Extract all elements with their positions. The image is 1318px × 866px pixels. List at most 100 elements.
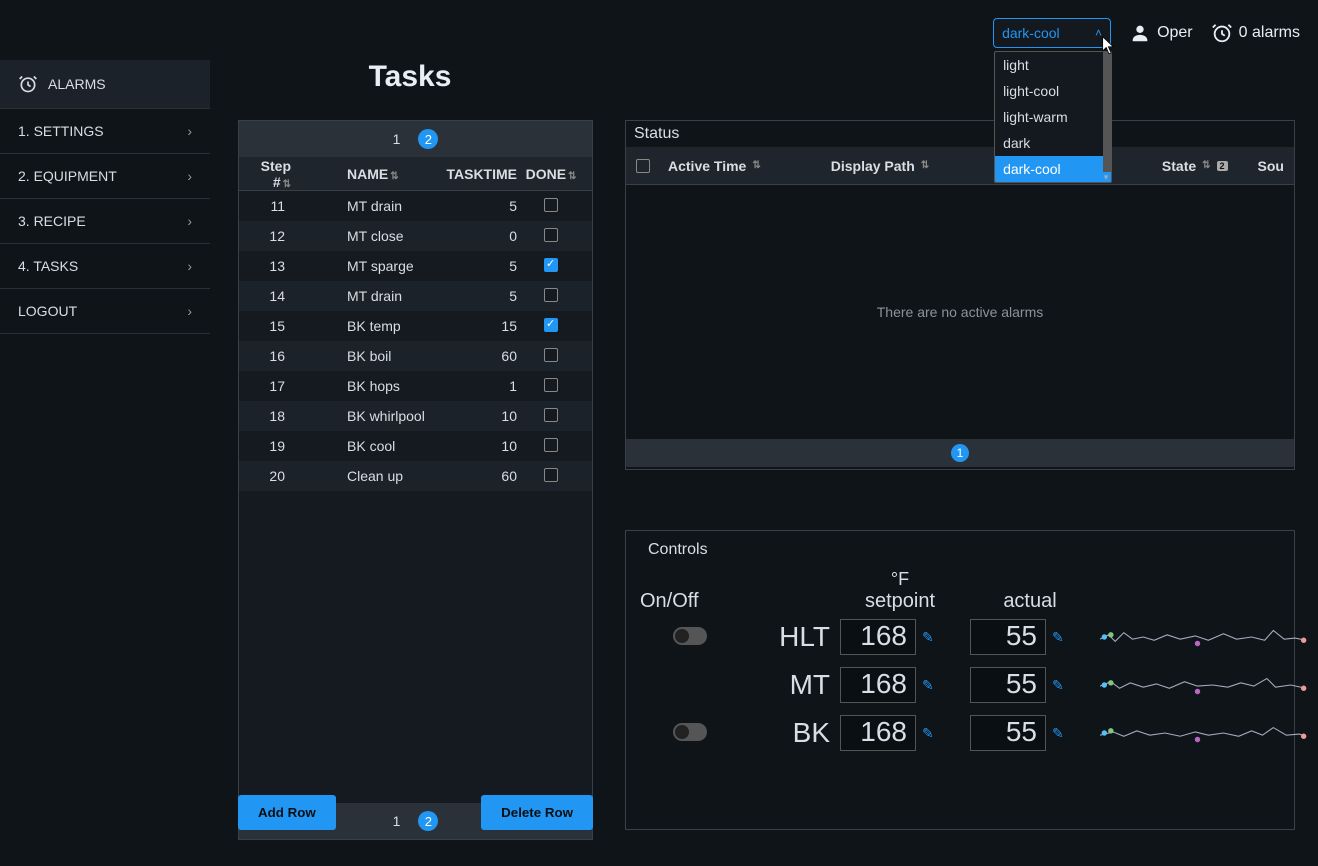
table-row[interactable]: 17BK hops1	[239, 371, 592, 401]
done-checkbox[interactable]	[544, 408, 558, 422]
done-checkbox[interactable]	[544, 348, 558, 362]
sidebar-item-4[interactable]: LOGOUT›	[0, 289, 210, 334]
cell-name: BK temp	[299, 318, 439, 334]
done-checkbox[interactable]	[544, 198, 558, 212]
state-filter-badge: 2	[1217, 161, 1228, 171]
cell-step: 18	[239, 408, 299, 424]
sidebar-item-1[interactable]: 2. EQUIPMENT›	[0, 154, 210, 199]
actual-value[interactable]: 55	[970, 619, 1046, 655]
page-1[interactable]: 1	[393, 131, 401, 147]
pencil-icon[interactable]: ✎	[1052, 725, 1064, 742]
sidebar-header-alarms[interactable]: ALARMS	[0, 60, 210, 109]
pencil-icon[interactable]: ✎	[1052, 677, 1064, 694]
status-header-state[interactable]: State⇅2	[1162, 158, 1228, 174]
table-row[interactable]: 15BK temp15	[239, 311, 592, 341]
done-checkbox[interactable]	[544, 468, 558, 482]
done-checkbox[interactable]	[544, 438, 558, 452]
theme-select[interactable]: dark-cool ˄ lightlight-coollight-warmdar…	[993, 18, 1111, 48]
sidebar-item-0[interactable]: 1. SETTINGS›	[0, 109, 210, 154]
cell-tasktime: 10	[439, 438, 523, 454]
theme-option-dark-cool[interactable]: dark-cool	[995, 156, 1111, 182]
user-label: Oper	[1157, 24, 1193, 42]
cell-tasktime: 5	[439, 258, 523, 274]
cell-step: 11	[239, 198, 299, 214]
cell-done[interactable]	[523, 318, 579, 335]
alarms-indicator[interactable]: 0 alarms	[1211, 22, 1300, 44]
cell-done[interactable]	[523, 288, 579, 305]
tasks-header-step[interactable]: Step #⇅	[239, 158, 299, 190]
select-all-checkbox[interactable]	[636, 159, 650, 173]
user-indicator[interactable]: Oper	[1129, 22, 1193, 44]
theme-option-dark[interactable]: dark	[995, 130, 1111, 156]
table-row[interactable]: 16BK boil60	[239, 341, 592, 371]
cell-name: BK cool	[299, 438, 439, 454]
done-checkbox[interactable]	[544, 258, 558, 272]
cell-done[interactable]	[523, 408, 579, 425]
cell-name: MT drain	[299, 288, 439, 304]
setpoint-value[interactable]: 168	[840, 667, 916, 703]
cell-tasktime: 5	[439, 198, 523, 214]
table-row[interactable]: 20Clean up60	[239, 461, 592, 491]
onoff-toggle[interactable]	[673, 627, 707, 645]
status-page-1[interactable]: 1	[951, 444, 969, 462]
chevron-right-icon: ›	[187, 123, 192, 139]
theme-option-light-cool[interactable]: light-cool	[995, 78, 1111, 104]
page-2[interactable]: 2	[418, 129, 438, 149]
cell-done[interactable]	[523, 258, 579, 275]
status-header-active-time[interactable]: Active Time⇅	[668, 158, 761, 174]
tasks-header-tasktime[interactable]: TASKTIME	[439, 166, 523, 182]
setpoint-value[interactable]: 168	[840, 619, 916, 655]
cell-done[interactable]	[523, 468, 579, 485]
done-checkbox[interactable]	[544, 318, 558, 332]
table-row[interactable]: 18BK whirlpool10	[239, 401, 592, 431]
sort-icon: ⇅	[921, 160, 929, 171]
delete-row-button[interactable]: Delete Row	[481, 795, 593, 830]
sidebar-item-3[interactable]: 4. TASKS›	[0, 244, 210, 289]
cell-step: 20	[239, 468, 299, 484]
cell-done[interactable]	[523, 438, 579, 455]
done-checkbox[interactable]	[544, 288, 558, 302]
table-row[interactable]: 13MT sparge5	[239, 251, 592, 281]
pencil-icon[interactable]: ✎	[922, 677, 934, 694]
cell-name: BK boil	[299, 348, 439, 364]
setpoint-value[interactable]: 168	[840, 715, 916, 751]
onoff-toggle[interactable]	[673, 723, 707, 741]
table-row[interactable]: 11MT drain5	[239, 191, 592, 221]
cell-done[interactable]	[523, 228, 579, 245]
cell-done[interactable]	[523, 378, 579, 395]
chevron-down-icon[interactable]: ▾	[1101, 172, 1111, 182]
status-header-source[interactable]: Sou	[1258, 158, 1284, 174]
theme-option-light-warm[interactable]: light-warm	[995, 104, 1111, 130]
pencil-icon[interactable]: ✎	[1052, 629, 1064, 646]
pencil-icon[interactable]: ✎	[922, 629, 934, 646]
table-row[interactable]: 19BK cool10	[239, 431, 592, 461]
cell-tasktime: 0	[439, 228, 523, 244]
actual-value[interactable]: 55	[970, 715, 1046, 751]
actual-value[interactable]: 55	[970, 667, 1046, 703]
control-row-mt: MT168✎55✎	[640, 661, 1280, 709]
add-row-button[interactable]: Add Row	[238, 795, 336, 830]
scrollbar-track[interactable]	[1103, 52, 1111, 172]
controls-unit: °F	[840, 569, 960, 590]
alarm-clock-icon	[18, 74, 38, 94]
tasks-header-name[interactable]: NAME⇅	[299, 166, 439, 182]
cell-done[interactable]	[523, 348, 579, 365]
sidebar-item-2[interactable]: 3. RECIPE›	[0, 199, 210, 244]
chevron-right-icon: ›	[187, 213, 192, 229]
mouse-cursor-icon	[1102, 36, 1116, 56]
sparkline	[1100, 720, 1311, 746]
cell-tasktime: 1	[439, 378, 523, 394]
cell-done[interactable]	[523, 198, 579, 215]
table-row[interactable]: 12MT close0	[239, 221, 592, 251]
done-checkbox[interactable]	[544, 228, 558, 242]
sort-icon: ⇅	[390, 171, 398, 182]
table-row[interactable]: 14MT drain5	[239, 281, 592, 311]
theme-option-light[interactable]: light	[995, 52, 1111, 78]
done-checkbox[interactable]	[544, 378, 558, 392]
sidebar-item-label: 4. TASKS	[18, 258, 78, 274]
cell-tasktime: 10	[439, 408, 523, 424]
tasks-header-done[interactable]: DONE⇅	[523, 166, 579, 182]
control-row-bk: BK168✎55✎	[640, 709, 1280, 757]
status-header-display-path[interactable]: Display Path⇅	[831, 158, 929, 174]
pencil-icon[interactable]: ✎	[922, 725, 934, 742]
